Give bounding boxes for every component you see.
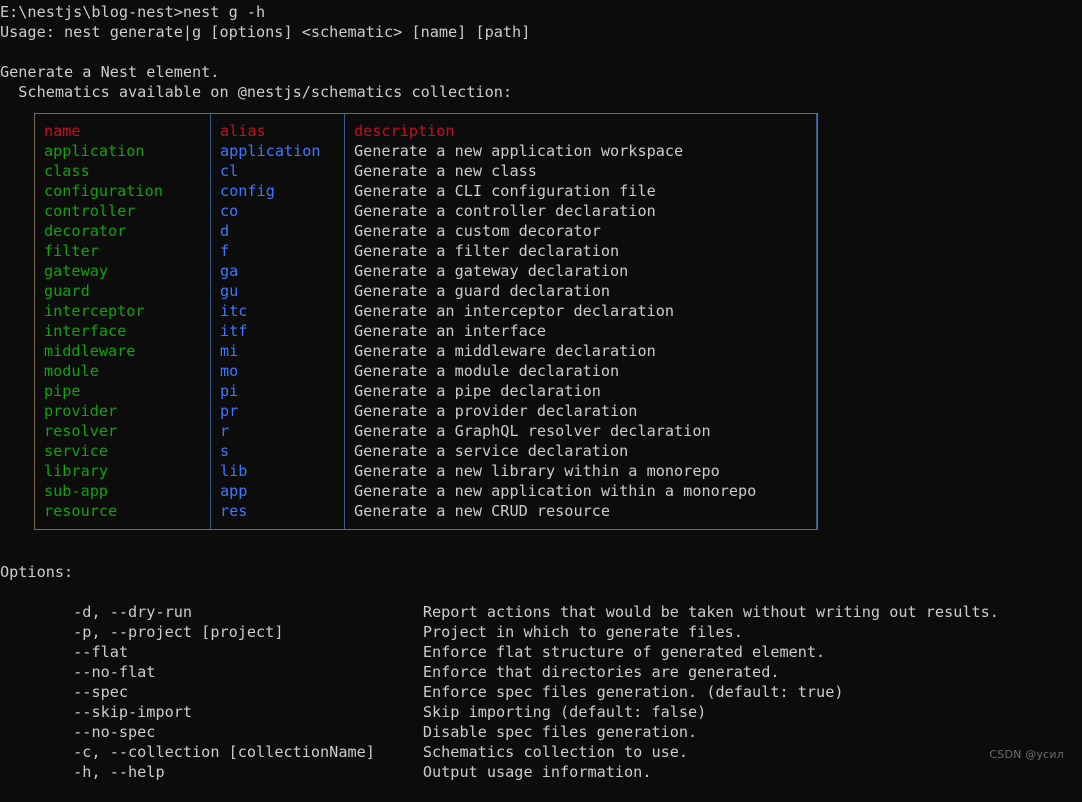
table-row: Generate a middleware declaration [354,342,656,360]
table-row: Generate a new CRUD resource [354,502,611,520]
table-row: cl [220,162,239,180]
table-row: Generate a service declaration [354,442,629,460]
table-row: gateway [44,262,109,280]
terminal-header-output: E:\nestjs\blog-nest>nest g -h Usage: nes… [0,2,530,102]
table-row: Generate a controller declaration [354,202,656,220]
option-row: -c, --collection [collectionName] Schemat… [0,722,999,761]
option-flag: -h, --help [54,763,165,781]
table-row: decorator [44,222,127,240]
table-row: d [220,222,230,240]
column-header-alias: alias [220,122,266,140]
table-row: controller [44,202,136,220]
table-row: class [44,162,90,180]
terminal-screen: E:\nestjs\blog-nest>nest g -h Usage: nes… [0,0,1082,781]
table-row: Generate a guard declaration [354,282,611,300]
table-row: Generate a filter declaration [354,242,620,260]
option-row: -d, --dry-run Report actions that would b… [0,582,999,621]
table-row: ga [220,262,239,280]
table-row: res [220,502,248,520]
table-row: middleware [44,342,136,360]
table-row: sub-app [44,482,109,500]
table-row: pipe [44,382,81,400]
table-row: r [220,422,230,440]
table-row: filter [44,242,99,260]
table-row: provider [44,402,118,420]
table-row: guard [44,282,90,300]
table-row: config [220,182,275,200]
table-row: app [220,482,248,500]
table-row: f [220,242,230,260]
column-header-description: description [354,122,455,140]
prompt-line: E:\nestjs\blog-nest>nest g -h [0,3,266,21]
option-row: --spec Enforce spec files generation. (de… [0,662,999,701]
table-row: itc [220,302,248,320]
table-row: pr [220,402,239,420]
table-row: Generate a GraphQL resolver declaration [354,422,711,440]
table-row: mi [220,342,239,360]
option-row: -p, --project [project] Project in which … [0,602,999,641]
option-row: -h, --help Output usage information. [0,742,999,781]
table-row: Generate an interface [354,322,547,340]
table-row: itf [220,322,248,340]
schematics-table-column-alias: alias application cl config co d f ga gu… [211,114,345,529]
schematics-collection-line: Schematics available on @nestjs/schemati… [0,83,513,101]
table-row: gu [220,282,239,300]
table-row: configuration [44,182,163,200]
table-row: s [220,442,230,460]
table-row: service [44,442,109,460]
table-row: resource [44,502,118,520]
table-row: Generate a custom decorator [354,222,601,240]
table-row: resolver [44,422,118,440]
table-row: pi [220,382,239,400]
column-header-name: name [44,122,81,140]
table-row: Generate a new class [354,162,537,180]
table-row: application [44,142,145,160]
table-row: co [220,202,239,220]
table-row: lib [220,462,248,480]
schematics-table: name application class configuration con… [34,113,818,530]
table-row: Generate a pipe declaration [354,382,601,400]
options-section: Options: -d, --dry-run Report actions tha… [0,562,999,781]
option-row: --skip-import Skip importing (default: fa… [0,682,999,721]
table-row: Generate a gateway declaration [354,262,629,280]
option-row: --flat Enforce flat structure of generate… [0,622,999,661]
table-row: library [44,462,109,480]
option-description: Output usage information. [422,763,652,781]
option-row: --no-spec Disable spec files generation. [0,702,999,741]
table-row: Generate a new library within a monorepo [354,462,720,480]
usage-line: Usage: nest generate|g [options] <schema… [0,23,531,41]
table-row: Generate an interceptor declaration [354,302,675,320]
table-row: module [44,362,99,380]
schematics-table-column-name: name application class configuration con… [35,114,211,529]
table-row: Generate a new application within a mono… [354,482,757,500]
table-row: mo [220,362,239,380]
option-row: --no-flat Enforce that directories are ge… [0,642,999,681]
table-row: Generate a module declaration [354,362,620,380]
options-title: Options: [0,563,74,581]
table-row: Generate a new application workspace [354,142,684,160]
schematics-table-column-description: description Generate a new application w… [345,114,817,529]
table-row: Generate a provider declaration [354,402,638,420]
csdn-watermark: CSDN @усил [989,748,1064,761]
table-row: interceptor [44,302,145,320]
table-row: Generate a CLI configuration file [354,182,656,200]
table-row: interface [44,322,127,340]
description-line: Generate a Nest element. [0,63,220,81]
table-row: application [220,142,321,160]
